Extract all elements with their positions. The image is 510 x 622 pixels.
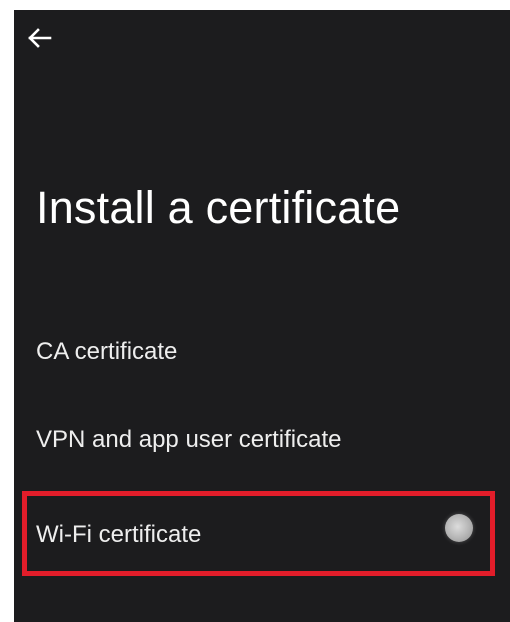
page-title: Install a certificate — [36, 182, 401, 233]
wifi-certificate-label: Wi-Fi certificate — [36, 521, 202, 548]
touch-indicator-icon — [445, 514, 473, 542]
vpn-app-user-certificate-item[interactable]: VPN and app user certificate — [14, 405, 510, 475]
arrow-left-icon — [28, 28, 52, 48]
back-button[interactable] — [20, 18, 60, 58]
ca-certificate-item[interactable]: CA certificate — [14, 317, 510, 387]
wifi-certificate-item[interactable]: Wi-Fi certificate — [14, 500, 510, 570]
ca-certificate-label: CA certificate — [36, 338, 178, 365]
vpn-app-user-certificate-label: VPN and app user certificate — [36, 426, 342, 453]
settings-screen: Install a certificate CA certificate VPN… — [14, 10, 510, 622]
screen: Install a certificate CA certificate VPN… — [0, 0, 510, 622]
